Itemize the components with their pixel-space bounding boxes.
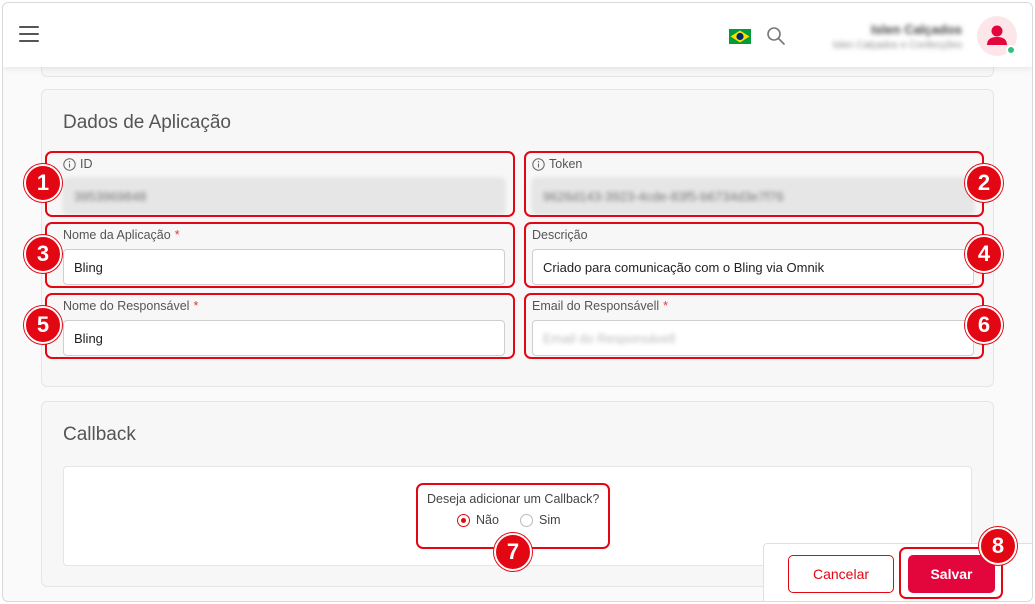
annotation-badge-1: 1 — [24, 164, 62, 202]
annotation-badge-4: 4 — [965, 235, 1003, 273]
user-company: Islen Calçados e Confecções — [832, 40, 962, 51]
annotation-badge-8: 8 — [979, 527, 1017, 565]
hamburger-menu-icon[interactable] — [19, 26, 39, 42]
highlight-box-1 — [45, 151, 515, 217]
online-status-dot — [1006, 45, 1016, 55]
callback-title: Callback — [63, 424, 136, 445]
annotation-badge-2: 2 — [965, 164, 1003, 202]
user-name: Islen Calçados — [870, 22, 962, 37]
top-bar: Islen Calçados Islen Calçados e Confecçõ… — [3, 3, 1032, 67]
highlight-box-6 — [524, 293, 984, 359]
annotation-badge-6: 6 — [965, 306, 1003, 344]
search-icon[interactable] — [766, 26, 786, 46]
annotation-badge-3: 3 — [24, 235, 62, 273]
brazil-flag-icon[interactable] — [729, 29, 751, 44]
highlight-box-2 — [524, 151, 984, 217]
section-title: Dados de Aplicação — [63, 112, 231, 133]
highlight-box-5 — [45, 293, 515, 359]
highlight-box-3 — [45, 222, 515, 288]
cancel-button[interactable]: Cancelar — [788, 555, 894, 593]
app-window: Islen Calçados Islen Calçados e Confecçõ… — [2, 2, 1033, 602]
annotation-badge-5: 5 — [24, 306, 62, 344]
highlight-box-4 — [524, 222, 984, 288]
annotation-badge-7: 7 — [494, 533, 532, 571]
